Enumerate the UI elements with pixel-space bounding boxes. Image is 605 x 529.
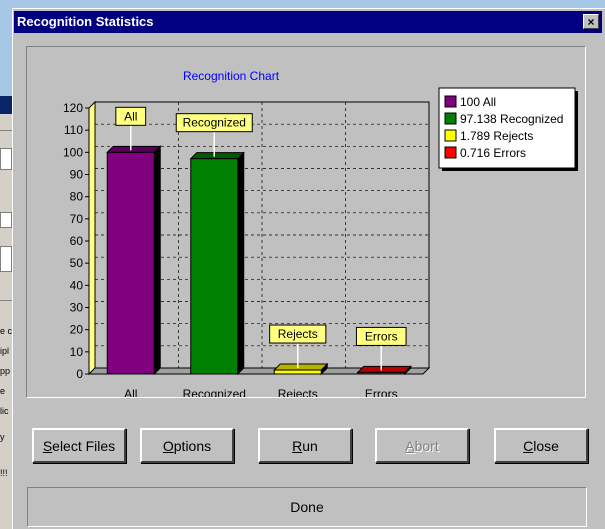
status-bar: Done [27,487,587,527]
bar [357,371,406,375]
x-tick-label: Recognized [183,387,246,397]
close-label: Close [523,437,559,454]
y-tick-label: 110 [64,123,83,137]
background-text-fragment: pp [0,366,11,376]
bar [190,158,239,375]
callout-label: Errors [365,329,398,343]
bar-side [153,145,161,376]
background-desktop [0,0,12,96]
run-button[interactable]: Run [258,428,352,463]
callout-label: Recognized [183,116,246,130]
window-title: Recognition Statistics [17,14,154,29]
bar-top [106,145,162,153]
chart-panel: Recognition Chart 0 10 20 30 40 50 60 70 80 90 100… [26,46,586,398]
title-bar[interactable]: Recognition Statistics × [14,11,602,33]
options-button[interactable]: Options [140,428,234,463]
y-tick-label: 0 [76,367,83,381]
chart-title: Recognition Chart [183,69,280,83]
background-window-top [12,0,605,8]
background-field [0,212,12,228]
legend-entry: 1.789 Rejects [460,129,533,143]
recognition-statistics-dialog: Recognition Statistics × Recognition Cha… [12,8,605,529]
x-tick-label: Rejects [278,387,318,397]
background-window-strip: e c ipl pp e lic y !!! [0,0,12,529]
legend-entry: 0.716 Errors [460,146,526,160]
y-tick-label: 90 [70,168,84,182]
legend-entry: 97.138 Recognized [460,112,563,126]
legend-swatch [444,112,457,125]
run-label: Run [292,437,318,454]
background-text-fragment: lic [0,406,9,416]
bar [273,369,322,375]
x-tick-label: Errors [365,387,398,397]
y-tick-label: 100 [63,145,83,159]
callout-label: Rejects [278,327,318,341]
y-tick-label: 50 [70,256,84,270]
x-tick-label: All [124,387,137,397]
select-files-button[interactable]: Select Files [32,428,126,463]
legend-entry: 100 All [460,95,496,109]
background-text-fragment: ipl [0,346,10,356]
background-text-fragment: e [0,386,6,396]
callout-label: All [124,109,137,123]
background-divider [0,130,12,131]
background-text-fragment: !!! [0,468,8,478]
background-field [0,246,12,272]
select-files-label: Select Files [42,437,116,454]
background-text-fragment: e c [0,326,13,336]
y-tick-label: 70 [70,212,84,226]
legend-swatch [444,146,457,159]
bar [106,151,155,375]
bar-side [237,151,245,376]
bar-top [273,363,329,371]
background-text-fragment: y [0,432,5,442]
left-wall [88,100,96,376]
bar-top [356,365,412,373]
status-text: Done [290,499,324,515]
recognition-chart: Recognition Chart 0 10 20 30 40 50 60 70 80 90 100… [63,69,578,397]
y-tick-label: 40 [70,278,84,292]
legend-swatch [444,95,457,108]
legend-swatch [444,129,457,142]
y-tick-label: 10 [70,345,84,359]
background-button [0,148,12,170]
abort-button[interactable]: Abort [375,428,469,463]
y-tick-label: 60 [70,234,84,248]
abort-label: Abort [405,437,439,454]
close-button[interactable]: Close [494,428,588,463]
y-tick-label: 120 [63,101,83,115]
y-tick-label: 30 [70,301,84,315]
y-tick-label: 80 [70,190,84,204]
background-titlebar [0,96,12,114]
background-divider [0,300,12,301]
options-label: Options [162,437,212,454]
close-window-button[interactable]: × [583,14,599,29]
y-tick-label: 20 [70,323,84,337]
bar-top [189,152,245,160]
